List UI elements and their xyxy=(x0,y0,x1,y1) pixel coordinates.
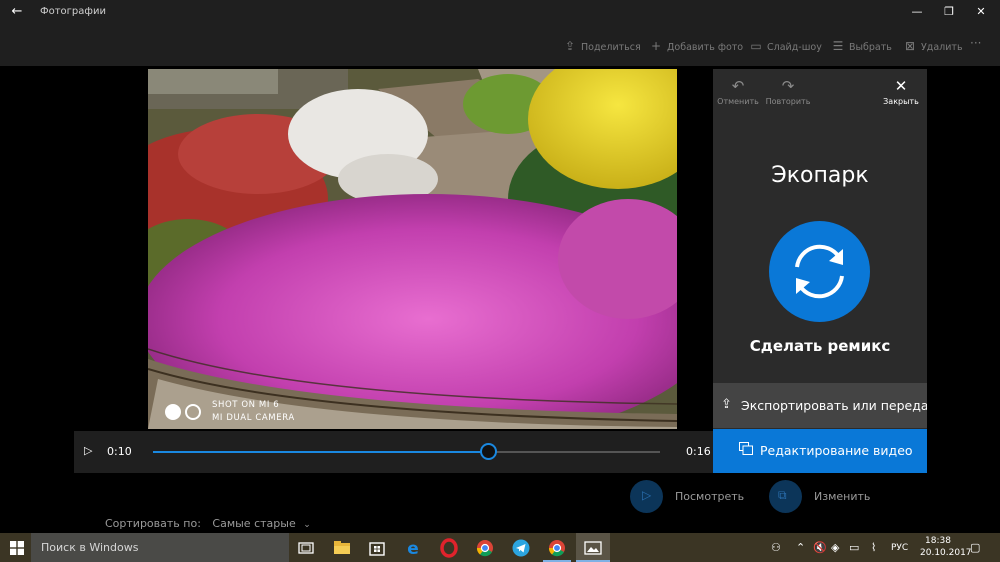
opera-browser-icon[interactable] xyxy=(439,538,459,558)
remix-label: Сделать ремикс xyxy=(749,337,891,355)
undo-button[interactable]: ↶ Отменить xyxy=(717,77,759,106)
network-icon[interactable]: ⌇ xyxy=(871,541,876,554)
share-button[interactable]: ⇪ Поделиться xyxy=(563,38,641,54)
album-title: Экопарк xyxy=(771,163,869,188)
chrome-browser-icon[interactable] xyxy=(475,538,495,558)
photos-app-icon xyxy=(584,541,602,555)
close-icon[interactable]: ✕ xyxy=(962,0,1000,24)
slideshow-icon: ▭ xyxy=(750,39,762,53)
play-icon[interactable]: ▷ xyxy=(84,444,92,457)
share-icon: ⇪ xyxy=(721,397,732,412)
show-hidden-icons-icon[interactable]: ⌃ xyxy=(796,541,805,554)
dropbox-icon[interactable]: ◈ xyxy=(831,541,839,554)
input-language[interactable]: РУС xyxy=(891,543,908,553)
app-title: Фотографии xyxy=(40,6,106,17)
watermark-line-1: SHOT ON MI 6 xyxy=(212,400,280,410)
slideshow-button[interactable]: ▭ Слайд-шоу xyxy=(749,38,822,54)
close-icon: ✕ xyxy=(894,77,908,95)
play-circle-icon: ▷ xyxy=(630,480,663,513)
windows-start-icon[interactable] xyxy=(10,541,24,555)
total-time: 0:16 xyxy=(686,445,711,458)
clock-time: 18:38 xyxy=(925,536,951,546)
task-view-icon[interactable] xyxy=(296,538,316,558)
remix-button[interactable] xyxy=(769,221,870,322)
people-icon[interactable]: ⚇ xyxy=(771,541,781,554)
title-bar: ← Фотографии — ❐ ✕ xyxy=(0,0,1000,24)
seek-track[interactable] xyxy=(153,443,660,460)
redo-button[interactable]: ↷ Повторить xyxy=(763,77,813,106)
photos-app-window: ← Фотографии — ❐ ✕ ⇪ Поделиться + Добавить… xyxy=(0,0,1000,562)
taskbar-search[interactable]: Поиск в Windows xyxy=(31,533,289,562)
back-arrow-icon[interactable]: ← xyxy=(8,3,26,21)
share-icon: ⇪ xyxy=(564,39,576,53)
sort-label: Сортировать по: xyxy=(105,517,201,530)
edit-video-button[interactable]: Редактирование видео xyxy=(713,429,927,473)
seek-progress xyxy=(153,451,488,453)
delete-icon: ⊠ xyxy=(904,39,916,53)
export-share-button[interactable]: ⇪ Экспортировать или передать xyxy=(713,383,927,428)
delete-button[interactable]: ⊠ Удалить xyxy=(903,38,963,54)
command-bar: ⇪ Поделиться + Добавить фото ▭ Слайд-шоу ☰ В… xyxy=(0,24,1000,66)
edit-video-icon xyxy=(739,442,753,455)
watermark-line-2: MI DUAL CAMERA xyxy=(212,413,295,423)
refresh-icon xyxy=(795,244,844,299)
camera-watermark: SHOT ON MI 6 MI DUAL CAMERA xyxy=(165,399,305,427)
undo-icon: ↶ xyxy=(731,77,745,95)
watermark-dot-filled xyxy=(165,404,181,420)
photos-taskbar-button[interactable] xyxy=(576,533,610,562)
sort-control[interactable]: Сортировать по: Самые старые ⌄ xyxy=(105,517,311,530)
more-options-icon[interactable]: ··· xyxy=(970,36,981,50)
select-icon: ☰ xyxy=(832,39,844,53)
photo-preview xyxy=(148,69,677,429)
edit-video-circle-icon: ⧉ xyxy=(769,480,802,513)
battery-icon[interactable]: ▭ xyxy=(849,541,859,554)
plus-icon: + xyxy=(650,39,662,53)
watch-button[interactable]: ▷ Посмотреть xyxy=(630,478,750,514)
redo-icon: ↷ xyxy=(781,77,795,95)
current-time: 0:10 xyxy=(107,445,132,458)
video-controls: ▷ 0:10 0:16 xyxy=(74,431,713,473)
clock-date: 20.10.2017 xyxy=(920,548,972,558)
close-panel-button[interactable]: ✕ Закрыть xyxy=(881,77,921,106)
telegram-icon[interactable] xyxy=(511,538,531,558)
chrome-browser-2-icon[interactable] xyxy=(547,538,567,558)
add-photo-button[interactable]: + Добавить фото xyxy=(649,38,743,54)
select-button[interactable]: ☰ Выбрать xyxy=(831,38,892,54)
svg-text:e: e xyxy=(407,539,419,558)
chevron-down-icon: ⌄ xyxy=(303,520,311,530)
remix-panel: ↶ Отменить ↷ Повторить ✕ Закрыть Экопарк… xyxy=(713,69,927,473)
seek-thumb[interactable] xyxy=(479,443,497,460)
edge-browser-icon[interactable]: e xyxy=(403,538,423,558)
store-icon[interactable] xyxy=(367,538,387,558)
windows-taskbar: Поиск в Windows e ⚇ ⌃ 🔇 ◈ ▭ ⌇ РУС 18:38 … xyxy=(0,533,1000,562)
flowerbed-photo xyxy=(148,69,677,429)
file-explorer-icon[interactable] xyxy=(332,538,352,558)
sort-value[interactable]: Самые старые xyxy=(212,517,295,530)
taskbar-clock[interactable]: 18:38 20.10.2017 xyxy=(920,535,972,559)
watermark-dot-outline xyxy=(185,404,201,420)
change-button[interactable]: ⧉ Изменить xyxy=(769,478,879,514)
volume-muted-icon[interactable]: 🔇 xyxy=(813,541,827,554)
notification-center-icon[interactable]: ▢ xyxy=(970,541,980,554)
